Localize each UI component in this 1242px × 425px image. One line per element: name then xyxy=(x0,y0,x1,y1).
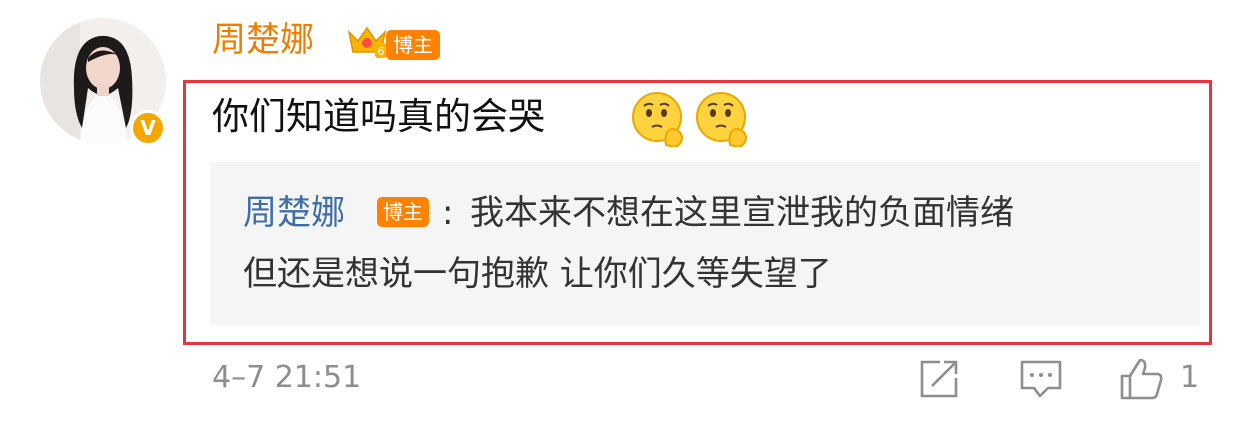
quoted-text-line-2: 但还是想说一句抱歉 让你们久等失望了 xyxy=(243,254,832,294)
quoted-blogger-badge: 博主 xyxy=(377,197,429,227)
comment-text: 你们知道吗真的会哭 xyxy=(212,95,545,138)
quote-separator: : xyxy=(442,193,454,233)
quoted-username[interactable]: 周楚娜 xyxy=(243,190,345,236)
thinking-face-icon xyxy=(696,92,748,147)
verified-badge-icon: V xyxy=(130,110,166,146)
thinking-face-icon xyxy=(632,92,684,147)
svg-text:6: 6 xyxy=(378,45,385,58)
like-count: 1 xyxy=(1180,360,1200,395)
username[interactable]: 周楚娜 xyxy=(212,18,314,62)
quoted-comment[interactable] xyxy=(210,162,1200,325)
share-icon[interactable] xyxy=(916,356,962,402)
blogger-badge: 博主 xyxy=(386,30,440,60)
crown-icon: 6 xyxy=(347,26,387,58)
timestamp: 4–7 21:51 xyxy=(212,360,362,395)
quoted-text-line-1: 我本来不想在这里宣泄我的负面情绪 xyxy=(470,193,1014,233)
comment-icon[interactable] xyxy=(1018,356,1064,402)
thumbs-up-icon[interactable] xyxy=(1118,356,1164,402)
